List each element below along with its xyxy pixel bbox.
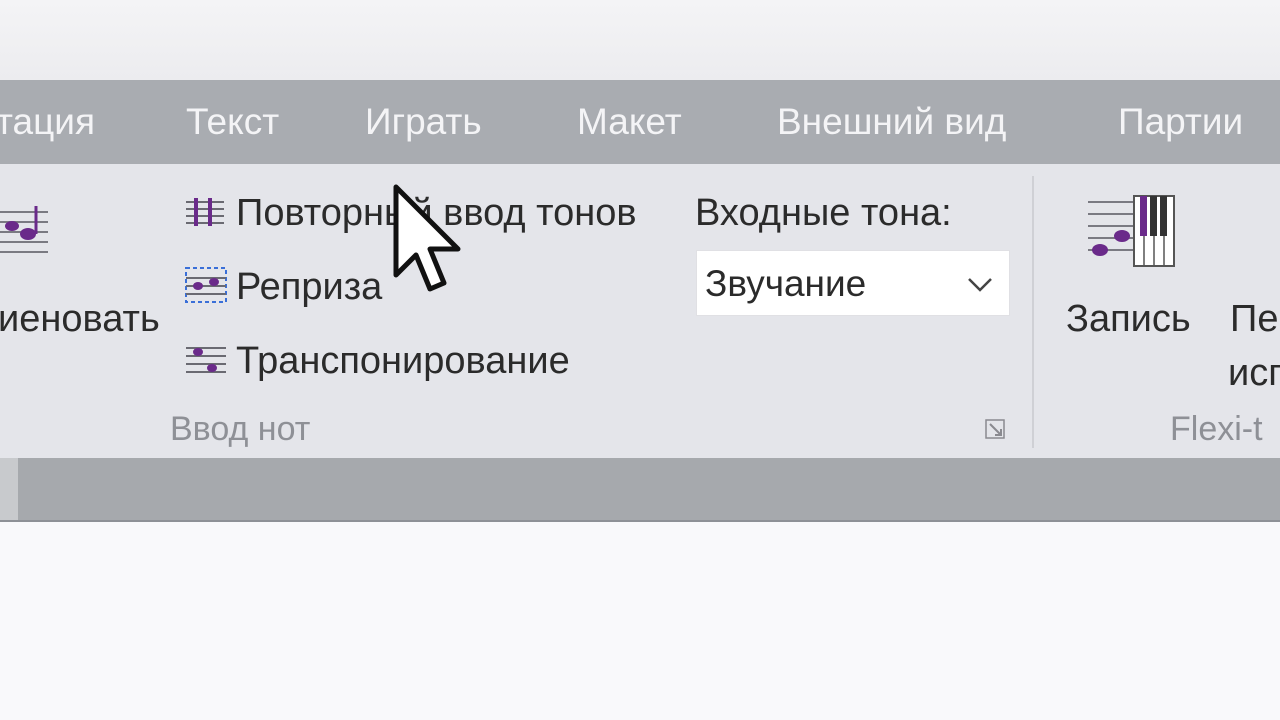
record-piano-icon[interactable] [1086,188,1178,270]
window-top-area [0,0,1280,80]
reprise-button[interactable]: Реприза [236,264,382,310]
status-bar-edge [0,458,18,520]
group-label-flexi-time: Flexi-t [1170,410,1263,448]
next-command-label-line2[interactable]: исп [1228,350,1280,396]
staff-note-icon[interactable] [0,200,50,264]
status-bar [0,458,1280,522]
document-area [0,522,1280,720]
tab-parts[interactable]: Партии [1118,98,1243,146]
tab-layout[interactable]: Макет [577,98,682,146]
next-command-label-line1[interactable]: Пе [1230,296,1278,342]
record-button[interactable]: Запись [1066,296,1191,342]
reprise-icon [185,267,227,303]
tab-text[interactable]: Текст [186,98,279,146]
dialog-launcher-icon[interactable] [984,418,1008,440]
chevron-down-icon [968,278,992,292]
tab-appearance[interactable]: Внешний вид [777,98,1006,146]
tab-play[interactable]: Играть [365,98,482,146]
group-label-note-input: Ввод нот [170,410,311,448]
input-pitches-label: Входные тона: [695,192,952,234]
transpose-icon [186,347,226,373]
input-pitches-selected: Звучание [705,263,867,304]
input-pitches-dropdown[interactable]: Звучание [696,250,1010,316]
transpose-button[interactable]: Транспонирование [236,338,570,384]
rename-command-label[interactable]: иеновать [0,296,160,342]
ribbon-group-divider [1032,176,1034,448]
tab-notation[interactable]: тация [0,98,95,146]
staff-lines-icon [186,198,224,226]
repeat-pitches-button[interactable]: Повторный ввод тонов [236,190,637,236]
